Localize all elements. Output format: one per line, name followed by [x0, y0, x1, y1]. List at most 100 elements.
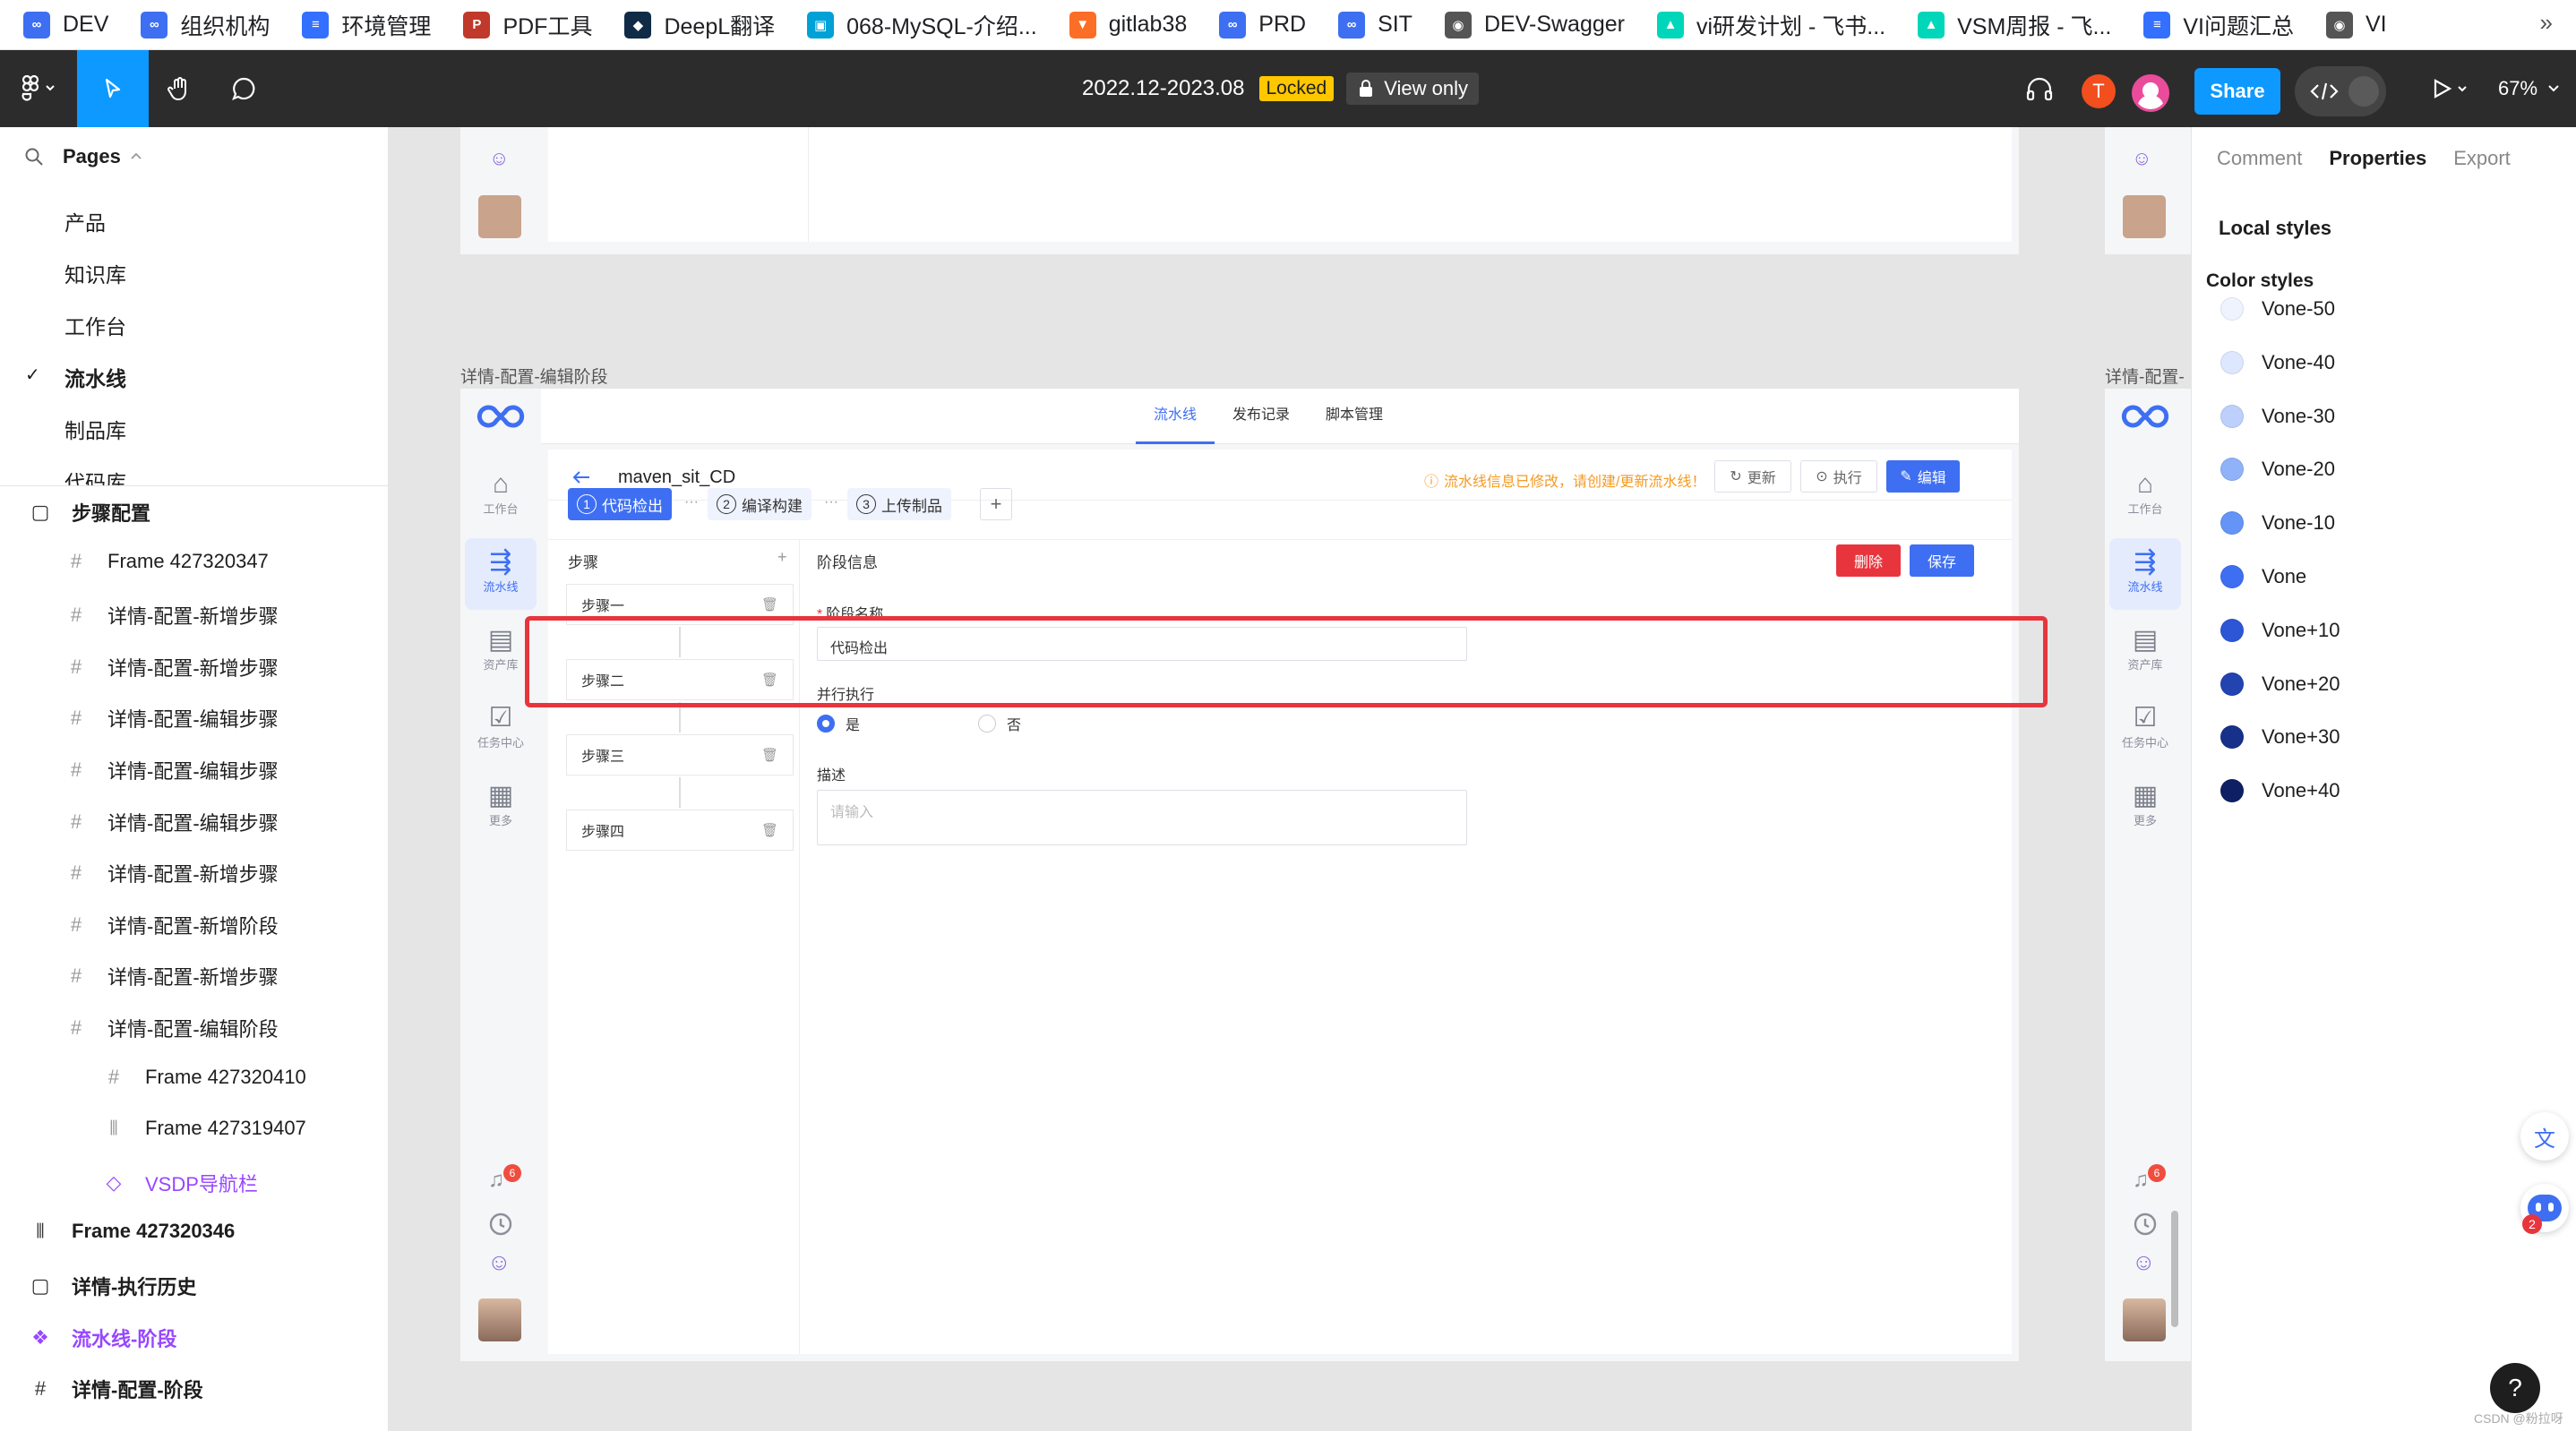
- app-sidebar-item[interactable]: ▤ 资产库: [2109, 616, 2181, 688]
- frame-above-right[interactable]: ☺: [2105, 127, 2191, 254]
- move-tool-button[interactable]: [77, 50, 149, 127]
- page-item[interactable]: 知识库: [64, 258, 126, 288]
- main-frame[interactable]: ⌂ 工作台 ⇶ 流水线 ▤ 资产库 ☑ 任务中心 ▦ 更多 ♫ 6 ☺ 流水线 发布记录 脚本管理 m…: [460, 389, 2048, 1361]
- frame-label-right[interactable]: 详情-配置-: [2105, 364, 2185, 388]
- layer-row[interactable]: ⦀ Frame 427319407: [102, 1117, 306, 1140]
- color-style-item[interactable]: Vone-40: [2220, 350, 2335, 374]
- bookmark-item[interactable]: ∞ PRD: [1219, 11, 1306, 39]
- trash-icon[interactable]: 🗑: [761, 596, 778, 613]
- app-sidebar-item[interactable]: ☑ 任务中心: [2109, 694, 2181, 766]
- color-style-item[interactable]: Vone-30: [2220, 404, 2335, 428]
- color-style-item[interactable]: Vone-20: [2220, 458, 2335, 482]
- app-sidebar-item[interactable]: ▦ 更多: [2109, 772, 2181, 844]
- robot-icon[interactable]: ☺: [487, 1248, 511, 1276]
- bookmark-item[interactable]: ∞ 组织机构: [141, 9, 270, 41]
- comment-tool-button[interactable]: [211, 50, 276, 127]
- bookmark-item[interactable]: ∞ DEV: [23, 11, 108, 39]
- clock-icon[interactable]: [487, 1211, 514, 1238]
- figma-menu-button[interactable]: [0, 50, 77, 127]
- bookmark-item[interactable]: ◉ VI: [2325, 11, 2387, 39]
- pages-header[interactable]: Pages: [23, 145, 144, 168]
- view-only-indicator[interactable]: View only: [1346, 73, 1479, 105]
- bookmark-item[interactable]: ◆ DeepL翻译: [624, 9, 775, 41]
- color-style-item[interactable]: Vone+40: [2220, 779, 2340, 803]
- search-icon[interactable]: [23, 146, 45, 167]
- color-style-item[interactable]: Vone-50: [2220, 297, 2335, 321]
- bookmark-item[interactable]: ▲ vi研发计划 - 飞书...: [1657, 9, 1885, 41]
- bookmark-item[interactable]: ▲ VSM周报 - 飞...: [1918, 9, 2111, 41]
- page-item[interactable]: 产品: [64, 206, 106, 236]
- edit-button[interactable]: ✎ 编辑: [1886, 460, 1960, 493]
- bookmark-item[interactable]: ≡ 环境管理: [302, 9, 431, 41]
- layer-row[interactable]: # Frame 427320347: [64, 550, 269, 573]
- app-tab[interactable]: 流水线: [1136, 389, 1215, 444]
- bell-icon[interactable]: ♫: [2133, 1168, 2149, 1193]
- update-button[interactable]: ↻ 更新: [1714, 460, 1791, 493]
- tab-export[interactable]: Export: [2453, 147, 2511, 170]
- trash-icon[interactable]: 🗑: [761, 747, 778, 763]
- layer-row[interactable]: # 详情-配置-新增步骤: [64, 601, 279, 630]
- bookmark-item[interactable]: P PDF工具: [463, 9, 592, 41]
- layer-row[interactable]: # 详情-配置-新增步骤: [64, 962, 279, 990]
- page-item[interactable]: 代码库: [64, 466, 126, 485]
- frame-label-main[interactable]: 详情-配置-编辑阶段: [460, 364, 608, 388]
- bookmark-item[interactable]: ≡ VI问题汇总: [2143, 9, 2294, 41]
- layer-row[interactable]: # 详情-配置-编辑阶段: [64, 1014, 279, 1042]
- color-style-item[interactable]: Vone: [2220, 565, 2306, 588]
- canvas[interactable]: ☺ ☺ 详情-配置-编辑阶段 详情-配置- ⌂ 工作台 ⇶ 流水线 ▤ 资产库 ☑ 任务中心 ▦…: [389, 127, 2191, 1431]
- page-item[interactable]: 工作台: [64, 310, 126, 340]
- run-button[interactable]: ⊙ 执行: [1800, 460, 1877, 493]
- frame-above[interactable]: ☺: [460, 127, 2019, 254]
- user-avatar[interactable]: [2132, 74, 2169, 112]
- canvas-scrollbar[interactable]: [2171, 1211, 2178, 1327]
- tab-comment[interactable]: Comment: [2217, 147, 2302, 170]
- layer-row[interactable]: #详情-配置-新增...: [29, 1427, 219, 1431]
- user-photo-icon[interactable]: [2123, 1298, 2166, 1341]
- bookmark-item[interactable]: ◉ DEV-Swagger: [1444, 11, 1625, 39]
- step-item[interactable]: 步骤三 🗑: [566, 734, 794, 775]
- add-stage-button[interactable]: +: [980, 488, 1012, 520]
- present-button[interactable]: [2418, 50, 2481, 127]
- zoom-dropdown[interactable]: 67%: [2490, 50, 2571, 127]
- layer-row[interactable]: # 详情-配置-编辑步骤: [64, 756, 279, 784]
- help-button[interactable]: ?: [2490, 1363, 2540, 1413]
- page-item[interactable]: 制品库: [64, 414, 126, 444]
- stage-chip[interactable]: 3 上传制品: [847, 488, 951, 520]
- app-tab[interactable]: 脚本管理: [1308, 389, 1401, 444]
- app-tab[interactable]: 发布记录: [1215, 389, 1308, 444]
- parallel-no-radio[interactable]: 否: [978, 713, 1021, 734]
- layer-row[interactable]: ⦀ Frame 427320346: [29, 1220, 235, 1243]
- clock-icon[interactable]: [2132, 1211, 2159, 1238]
- trash-icon[interactable]: 🗑: [761, 822, 778, 838]
- hand-tool-button[interactable]: [149, 50, 211, 127]
- bookmark-item[interactable]: ∞ SIT: [1338, 11, 1413, 39]
- chevron-up-icon[interactable]: [128, 150, 144, 163]
- audio-button[interactable]: [2017, 50, 2062, 127]
- color-style-item[interactable]: Vone-10: [2220, 511, 2335, 536]
- layer-row[interactable]: # 详情-配置-编辑步骤: [64, 704, 279, 733]
- user-avatar-t[interactable]: T: [2082, 74, 2116, 108]
- layer-row[interactable]: ❖ 流水线-阶段: [29, 1324, 176, 1352]
- bookmark-item[interactable]: ▣ 068-MySQL-介绍...: [807, 9, 1037, 41]
- bookmarks-overflow-button[interactable]: »: [2540, 9, 2553, 37]
- bookmark-item[interactable]: ▼ gitlab38: [1069, 11, 1187, 39]
- description-textarea[interactable]: 请输入: [817, 790, 1467, 845]
- bell-icon[interactable]: ♫: [488, 1168, 504, 1193]
- app-sidebar-item[interactable]: ⌂ 工作台: [2109, 460, 2181, 532]
- layer-row[interactable]: # 详情-配置-新增阶段: [64, 911, 279, 939]
- layer-row[interactable]: ▢ 详情-执行历史: [29, 1272, 197, 1300]
- color-style-item[interactable]: Vone+10: [2220, 618, 2340, 642]
- layer-row[interactable]: ▢ 步骤配置: [29, 498, 150, 527]
- parallel-yes-radio[interactable]: 是: [817, 713, 860, 734]
- layer-row[interactable]: # 详情-配置-新增步骤: [64, 859, 279, 887]
- translate-icon[interactable]: 文: [2520, 1112, 2569, 1161]
- tab-properties[interactable]: Properties: [2329, 147, 2426, 170]
- user-photo-icon[interactable]: [478, 1298, 521, 1341]
- layer-row[interactable]: # 详情-配置-阶段: [29, 1375, 203, 1403]
- color-style-item[interactable]: Vone+30: [2220, 725, 2340, 750]
- app-sidebar-item[interactable]: ⇶ 流水线: [2109, 538, 2181, 610]
- save-button[interactable]: 保存: [1910, 544, 1974, 577]
- layer-row[interactable]: # 详情-配置-编辑步骤: [64, 808, 279, 836]
- delete-button[interactable]: 删除: [1836, 544, 1901, 577]
- robot-icon[interactable]: ☺: [2132, 1248, 2156, 1276]
